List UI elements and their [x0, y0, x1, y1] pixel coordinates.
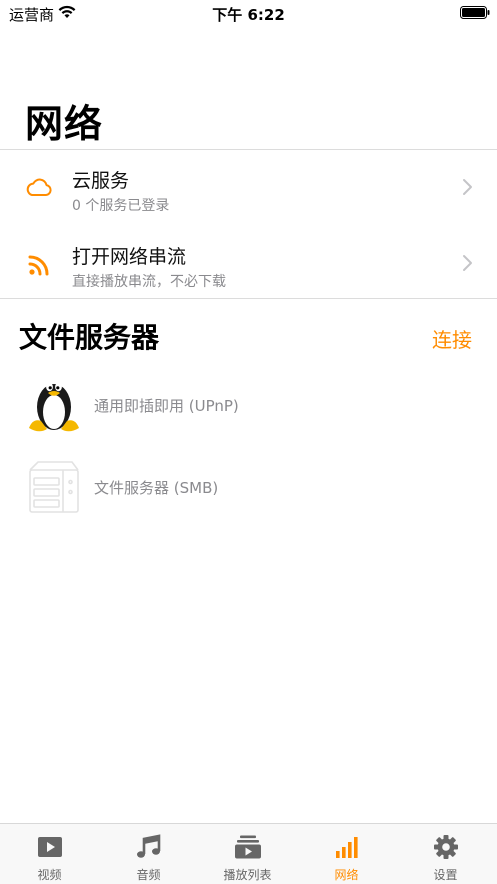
open-network-stream-row[interactable]: 打开网络串流 直接播放串流，不必下载 — [0, 228, 497, 298]
tab-network[interactable]: 网络 — [297, 824, 396, 884]
network-bars-icon — [336, 837, 358, 858]
upnp-server-row[interactable]: 通用即插即用 (UPnP) — [0, 370, 497, 440]
upnp-label: 通用即插即用 (UPnP) — [94, 397, 239, 415]
tab-settings[interactable]: 设置 — [396, 824, 497, 884]
status-bar: 运营商 下午 6:22 — [0, 0, 497, 26]
tab-bar: 视频 音频 播放列表 网络 设置 — [0, 823, 497, 884]
battery-icon — [460, 6, 490, 19]
tab-video-label: 视频 — [37, 868, 62, 882]
file-servers-heading: 文件服务器 — [19, 321, 160, 354]
tab-playlist-label: 播放列表 — [223, 868, 272, 882]
cloud-services-row[interactable]: 云服务 0 个服务已登录 — [0, 152, 497, 222]
status-time: 下午 6:22 — [212, 6, 285, 24]
nas-server-icon — [29, 461, 79, 513]
page-title: 网络 — [25, 102, 104, 146]
open-network-stream-title: 打开网络串流 — [72, 246, 187, 268]
video-icon — [38, 837, 62, 857]
music-note-icon — [137, 834, 161, 858]
tab-video[interactable]: 视频 — [0, 824, 99, 884]
divider — [0, 298, 497, 299]
gear-icon — [434, 835, 458, 859]
tab-settings-label: 设置 — [433, 868, 458, 882]
divider — [0, 149, 497, 150]
connect-button[interactable]: 连接 — [432, 324, 472, 353]
tab-audio-label: 音频 — [136, 868, 161, 882]
cloud-services-title: 云服务 — [72, 170, 130, 192]
cloud-icon — [26, 178, 52, 196]
chevron-right-icon — [463, 179, 472, 195]
cloud-services-subtitle: 0 个服务已登录 — [72, 198, 170, 214]
playlist-icon — [235, 835, 261, 859]
tab-playlist[interactable]: 播放列表 — [198, 824, 297, 884]
open-network-stream-subtitle: 直接播放串流，不必下载 — [72, 274, 226, 290]
smb-server-row[interactable]: 文件服务器 (SMB) — [0, 452, 497, 522]
rss-icon — [28, 255, 49, 276]
linux-penguin-icon — [29, 382, 79, 432]
smb-label: 文件服务器 (SMB) — [94, 479, 219, 497]
tab-network-label: 网络 — [334, 868, 359, 882]
chevron-right-icon — [463, 255, 472, 271]
tab-audio[interactable]: 音频 — [99, 824, 198, 884]
